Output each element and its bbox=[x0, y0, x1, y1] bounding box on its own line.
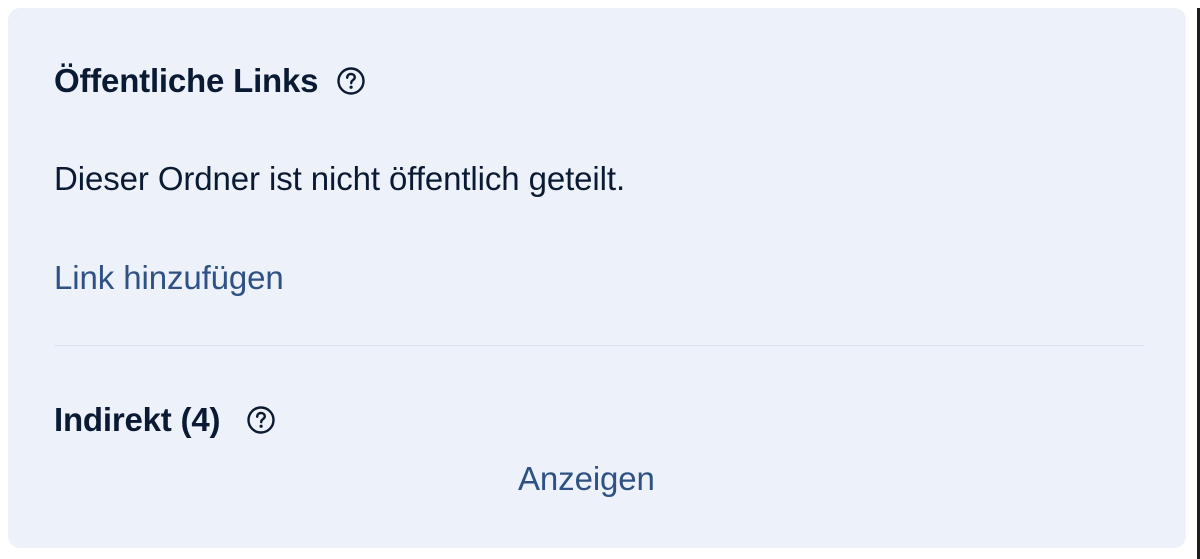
public-links-status-text: Dieser Ordner ist nicht öffentlich getei… bbox=[54, 160, 626, 197]
sharing-panel: Öffentliche Links Dieser Ordner ist nich… bbox=[8, 8, 1186, 548]
add-link-button[interactable]: Link hinzufügen bbox=[54, 259, 284, 297]
question-circle-icon[interactable] bbox=[334, 64, 368, 98]
public-links-title: Öffentliche Links bbox=[54, 62, 319, 99]
section-divider bbox=[54, 345, 1144, 346]
indirect-heading: Indirekt (4) bbox=[54, 400, 278, 440]
indirect-title: Indirekt (4) bbox=[54, 401, 221, 438]
question-circle-icon[interactable] bbox=[244, 403, 278, 437]
show-indirect-button[interactable]: Anzeigen bbox=[518, 460, 655, 498]
public-links-heading: Öffentliche Links bbox=[54, 61, 368, 101]
